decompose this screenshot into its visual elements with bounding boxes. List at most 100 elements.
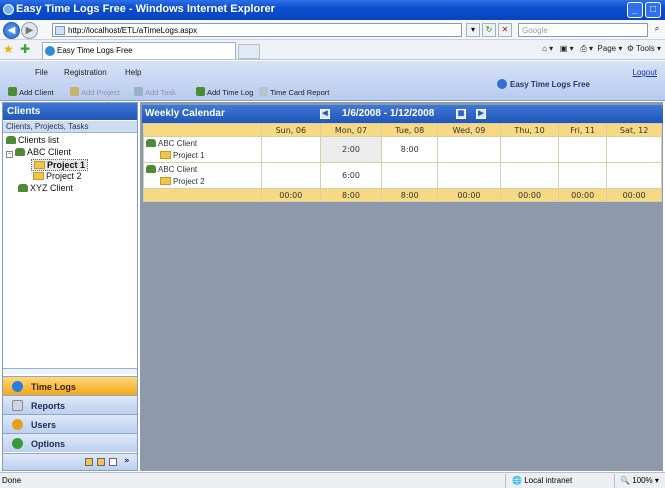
add-client-button[interactable]: Add Client: [8, 87, 54, 97]
browser-tab[interactable]: Easy Time Logs Free: [42, 42, 236, 59]
command-bar: ⌂ ▾ ▣ ▾ ⎙ ▾ Page ▾ ⚙ Tools ▾: [542, 44, 661, 54]
time-cell[interactable]: [558, 162, 608, 189]
time-cell[interactable]: [437, 162, 501, 189]
refresh-button[interactable]: ↻: [482, 23, 496, 37]
forward-button[interactable]: ▶: [21, 22, 38, 39]
total-cell: 00:00: [558, 188, 608, 202]
tools-menu[interactable]: ⚙ Tools ▾: [627, 44, 661, 53]
time-card-report-button[interactable]: Time Card Report: [259, 87, 329, 97]
client-icon: [18, 184, 28, 192]
time-cell[interactable]: [261, 136, 321, 163]
totals-row: 00:00 8:00 8:00 00:00 00:00 00:00 00:00: [143, 188, 662, 202]
client-icon: [146, 165, 156, 173]
new-tab-button[interactable]: [238, 44, 260, 59]
status-text: Done: [2, 476, 22, 485]
row-project: Project 1: [173, 151, 205, 160]
page-menu[interactable]: Page ▾: [597, 44, 622, 53]
day-header: Fri, 11: [558, 123, 608, 137]
time-cell[interactable]: 8:00: [381, 136, 439, 163]
minimize-button[interactable]: _: [627, 2, 643, 18]
print-icon[interactable]: ⎙ ▾: [580, 44, 593, 53]
tree-project-2[interactable]: Project 2: [33, 171, 82, 181]
total-cell: 8:00: [381, 188, 439, 202]
logo-icon: [497, 79, 507, 89]
home-icon[interactable]: ⌂ ▾: [542, 44, 553, 53]
status-bar: Done 🌐 Local intranet 🔍 100% ▾: [0, 472, 665, 488]
stop-button[interactable]: ✕: [498, 23, 512, 37]
time-cell[interactable]: [437, 136, 501, 163]
sidebar-subtitle: Clients, Projects, Tasks: [3, 121, 137, 133]
day-header: Tue, 08: [381, 123, 439, 137]
address-input[interactable]: http://localhost/ETL/aTimeLogs.aspx: [52, 23, 462, 37]
nav-options[interactable]: Options: [3, 433, 137, 452]
zoom-level[interactable]: 🔍 100% ▾: [620, 476, 659, 485]
report-icon: [259, 87, 268, 96]
logout-link[interactable]: Logout: [633, 68, 657, 77]
total-cell: 00:00: [499, 188, 560, 202]
feeds-icon[interactable]: ▣ ▾: [560, 44, 574, 53]
day-header: Sat, 12: [606, 123, 662, 137]
search-icon[interactable]: ⌕: [650, 23, 664, 37]
window-titlebar: Easy Time Logs Free - Windows Internet E…: [0, 0, 665, 20]
app-logo: Easy Time Logs Free: [497, 79, 590, 89]
back-button[interactable]: ◀: [3, 22, 20, 39]
next-week-icon[interactable]: ▶: [476, 109, 486, 119]
favorites-star-icon[interactable]: ★: [3, 42, 14, 56]
day-header: Wed, 09: [437, 123, 501, 137]
add-time-log-button[interactable]: Add Time Log: [196, 87, 253, 97]
more-icon[interactable]: »: [124, 456, 130, 466]
nav-users[interactable]: Users: [3, 414, 137, 433]
tree-client-xyz[interactable]: XYZ Client: [18, 183, 73, 193]
prev-week-icon[interactable]: ◀: [320, 109, 330, 119]
nav-time-logs[interactable]: Time Logs: [3, 376, 137, 395]
nav-reports[interactable]: Reports: [3, 395, 137, 414]
folder-icon[interactable]: [85, 458, 93, 466]
day-header: Sun, 06: [261, 123, 321, 137]
address-bar-row: ◀ ▶ http://localhost/ETL/aTimeLogs.aspx …: [0, 20, 665, 40]
ie-logo-icon: [3, 4, 14, 15]
maximize-button[interactable]: □: [645, 2, 661, 18]
shortcut-icon[interactable]: [109, 458, 117, 466]
totals-label: [143, 188, 262, 202]
time-cell[interactable]: [606, 136, 662, 163]
options-icon: [12, 438, 23, 449]
add-task-button[interactable]: Add Task: [134, 87, 176, 97]
time-cell[interactable]: [558, 136, 608, 163]
add-favorites-icon[interactable]: ✚: [20, 42, 30, 56]
time-cell[interactable]: [499, 136, 560, 163]
total-cell: 00:00: [606, 188, 662, 202]
weekly-grid: Sun, 06 Mon, 07 Tue, 08 Wed, 09 Thu, 10 …: [143, 123, 662, 202]
tree-project-1[interactable]: Project 1: [31, 159, 89, 171]
time-cell[interactable]: [499, 162, 560, 189]
nav-footer: »: [3, 453, 137, 470]
menu-file[interactable]: File: [35, 68, 48, 77]
sidebar-splitter[interactable]: [3, 368, 137, 374]
time-log-icon: [196, 87, 205, 96]
folder-open-icon[interactable]: [97, 458, 105, 466]
status-divider: [614, 474, 615, 488]
total-cell: 8:00: [319, 188, 383, 202]
table-row: ABC Client Project 1 2:00 8:00: [143, 136, 662, 163]
time-cell[interactable]: [606, 162, 662, 189]
time-cell[interactable]: [381, 162, 439, 189]
folder-icon: [160, 177, 171, 185]
row-client: ABC Client: [158, 139, 198, 148]
clock-icon: [12, 381, 23, 392]
security-zone[interactable]: 🌐 Local intranet: [512, 476, 572, 485]
day-header: Thu, 10: [499, 123, 560, 137]
time-cell[interactable]: 6:00: [319, 162, 383, 189]
tree-client-abc[interactable]: − ABC Client: [6, 147, 71, 158]
tree-root[interactable]: Clients list: [6, 135, 59, 145]
menu-registration[interactable]: Registration: [64, 68, 107, 77]
dropdown-arrow-icon[interactable]: ▾: [466, 23, 480, 37]
sidebar-title: Clients: [3, 103, 137, 120]
collapse-icon[interactable]: −: [6, 151, 13, 158]
users-icon: [12, 419, 23, 430]
add-project-button[interactable]: Add Project: [70, 87, 120, 97]
calendar-picker-icon[interactable]: ▦: [456, 109, 466, 119]
menu-help[interactable]: Help: [125, 68, 141, 77]
time-cell[interactable]: 2:00: [319, 136, 383, 163]
client-icon: [15, 148, 25, 156]
time-cell[interactable]: [261, 162, 321, 189]
search-input[interactable]: Google: [518, 23, 648, 37]
